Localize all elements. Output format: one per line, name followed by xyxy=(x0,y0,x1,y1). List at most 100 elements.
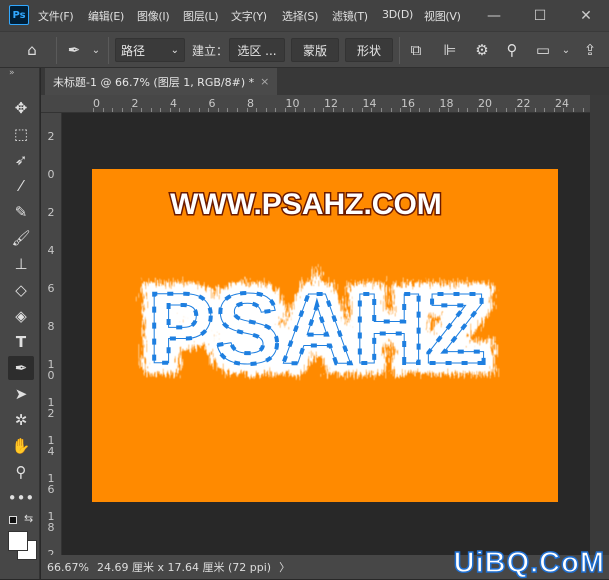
brush-icon[interactable]: 🖌 xyxy=(8,226,34,250)
options-bar: ⌂ ✒ ⌄ 路径 ⌄ 建立： 选区 ... 蒙版 形状 ⧉ ⊫ ⚙ ⚲ ▭ ⌄ ⇪ xyxy=(0,31,609,68)
magic-wand-icon[interactable]: ⁄ xyxy=(8,174,34,198)
pen-icon[interactable]: ✒ xyxy=(8,356,34,380)
swap-colors-icon[interactable]: ⇆ xyxy=(24,512,33,525)
marquee-icon[interactable]: ⬚ xyxy=(8,122,34,146)
ruler-tick xyxy=(390,108,392,112)
path-select-icon[interactable]: ➤ xyxy=(8,382,34,406)
hand-icon[interactable]: ✋ xyxy=(8,434,34,458)
eyedropper-icon[interactable]: ✎ xyxy=(8,200,34,224)
vertical-ruler: 202468101214161820 xyxy=(41,113,62,571)
ruler-label: 18 xyxy=(47,510,55,534)
mode-select[interactable]: 路径 ⌄ xyxy=(115,38,185,62)
collapse-icon[interactable]: » xyxy=(9,68,15,78)
shape-button[interactable]: 形状 xyxy=(345,38,393,62)
ruler-label: 2 xyxy=(47,206,55,219)
vertical-scrollbar[interactable] xyxy=(590,95,609,555)
menu-file[interactable]: 文件(F) xyxy=(38,8,74,24)
title-path-outline: PSAHZ xyxy=(148,273,487,385)
paint-bucket-icon[interactable]: ◈ xyxy=(8,304,34,328)
menu-type[interactable]: 文字(Y) xyxy=(231,8,267,24)
pen-tool-preset-icon[interactable]: ✒ xyxy=(64,40,84,60)
ruler-tick xyxy=(294,108,296,112)
selection-button[interactable]: 选区 ... xyxy=(229,38,285,62)
lasso-icon[interactable]: ➶ xyxy=(8,148,34,172)
ruler-tick xyxy=(198,108,200,112)
close-button[interactable]: ✕ xyxy=(563,0,609,31)
status-menu-arrow[interactable]: 〉 xyxy=(279,559,290,575)
ruler-label: 4 xyxy=(170,97,177,110)
divider xyxy=(108,37,109,64)
minimize-button[interactable]: — xyxy=(471,0,517,31)
watermark-logo: UiBQ.CoM xyxy=(453,546,605,580)
ruler-tick xyxy=(141,108,142,112)
ruler-tick xyxy=(371,108,373,112)
toolbar: » ✥ ⬚ ➶ ⁄ ✎ 🖌 ⊥ ◇ ◈ T ✒ ➤ ✲ ✋ ⚲ ••• ⇆ xyxy=(0,68,40,579)
share-icon[interactable]: ⇪ xyxy=(580,40,600,60)
default-colors-icon[interactable] xyxy=(9,516,17,524)
ruler-tick xyxy=(534,108,536,112)
ruler-tick xyxy=(246,108,248,112)
ruler-tick xyxy=(429,108,430,112)
ruler-label: 14 xyxy=(362,97,377,110)
ruler-tick xyxy=(352,108,354,112)
ruler-label: 16 xyxy=(47,472,55,496)
document-info: 24.69 厘米 x 17.64 厘米 (72 ppi) xyxy=(97,561,272,574)
chevron-down-icon[interactable]: ⌄ xyxy=(556,40,576,60)
ruler-tick xyxy=(112,108,114,112)
menu-filter[interactable]: 滤镜(T) xyxy=(332,8,368,24)
ruler-tick xyxy=(217,108,219,112)
zoom-icon[interactable]: ⚲ xyxy=(8,460,34,484)
eraser-icon[interactable]: ◇ xyxy=(8,278,34,302)
ruler-tick xyxy=(419,108,421,112)
ruler-tick xyxy=(448,108,450,112)
ruler-tick xyxy=(553,108,555,112)
ruler-tick xyxy=(525,108,526,112)
custom-shape-icon[interactable]: ✲ xyxy=(8,408,34,432)
ruler-tick xyxy=(333,108,334,112)
close-tab-icon[interactable]: × xyxy=(260,75,269,88)
ruler-tick xyxy=(361,108,363,112)
ruler-tick xyxy=(160,108,162,112)
menu-layer[interactable]: 图层(L) xyxy=(183,8,219,24)
chevron-down-icon[interactable]: ⌄ xyxy=(86,40,106,60)
zoom-level[interactable]: 66.67% xyxy=(41,561,91,574)
mask-button[interactable]: 蒙版 xyxy=(291,38,339,62)
workspace-icon[interactable]: ▭ xyxy=(533,40,553,60)
ruler-tick xyxy=(285,108,286,112)
move-icon[interactable]: ✥ xyxy=(8,96,34,120)
ruler-tick xyxy=(93,108,94,112)
subtitle-text: WWW.PSAHZ.COM xyxy=(170,188,442,221)
ruler-label: 22 xyxy=(516,97,531,110)
divider xyxy=(56,37,57,64)
foreground-color-swatch[interactable] xyxy=(8,531,28,551)
path-arrangement-icon[interactable]: ⚙ xyxy=(472,40,492,60)
menu-view[interactable]: 视图(V) xyxy=(424,8,461,24)
home-icon[interactable]: ⌂ xyxy=(22,40,42,60)
document-tab[interactable]: 未标题-1 @ 66.7% (图层 1, RGB/8#) * × xyxy=(45,68,277,95)
menu-3d[interactable]: 3D(D) xyxy=(382,8,413,21)
ruler-tick xyxy=(102,108,104,112)
maximize-button[interactable]: ☐ xyxy=(517,0,563,31)
ruler-tick xyxy=(121,108,123,112)
menu-edit[interactable]: 编辑(E) xyxy=(88,8,124,24)
ruler-label: 10 xyxy=(47,358,55,382)
ruler-tick xyxy=(313,108,315,112)
type-icon[interactable]: T xyxy=(8,330,34,354)
ruler-tick xyxy=(582,108,584,112)
path-alignment-icon[interactable]: ⊫ xyxy=(440,40,460,60)
menu-image[interactable]: 图像(I) xyxy=(137,8,170,24)
ruler-label: 0 xyxy=(93,97,100,110)
ruler-label: 16 xyxy=(401,97,415,110)
menu-select[interactable]: 选择(S) xyxy=(282,8,318,24)
path-operations-icon[interactable]: ⧉ xyxy=(406,40,426,60)
ruler-tick xyxy=(208,108,210,112)
ruler-label: 2 xyxy=(47,130,55,143)
stamp-icon[interactable]: ⊥ xyxy=(8,252,34,276)
search-icon[interactable]: ⚲ xyxy=(502,40,522,60)
ruler-tick xyxy=(505,108,507,112)
tab-title: 未标题-1 @ 66.7% (图层 1, RGB/8#) * xyxy=(53,75,255,89)
ruler-label: 14 xyxy=(47,434,55,458)
ruler-label: 18 xyxy=(439,97,454,110)
more-icon[interactable]: ••• xyxy=(8,486,35,510)
document-canvas[interactable]: WWW.PSAHZ.COM PSAHZ PSAHZ PSAHZ xyxy=(92,169,558,502)
